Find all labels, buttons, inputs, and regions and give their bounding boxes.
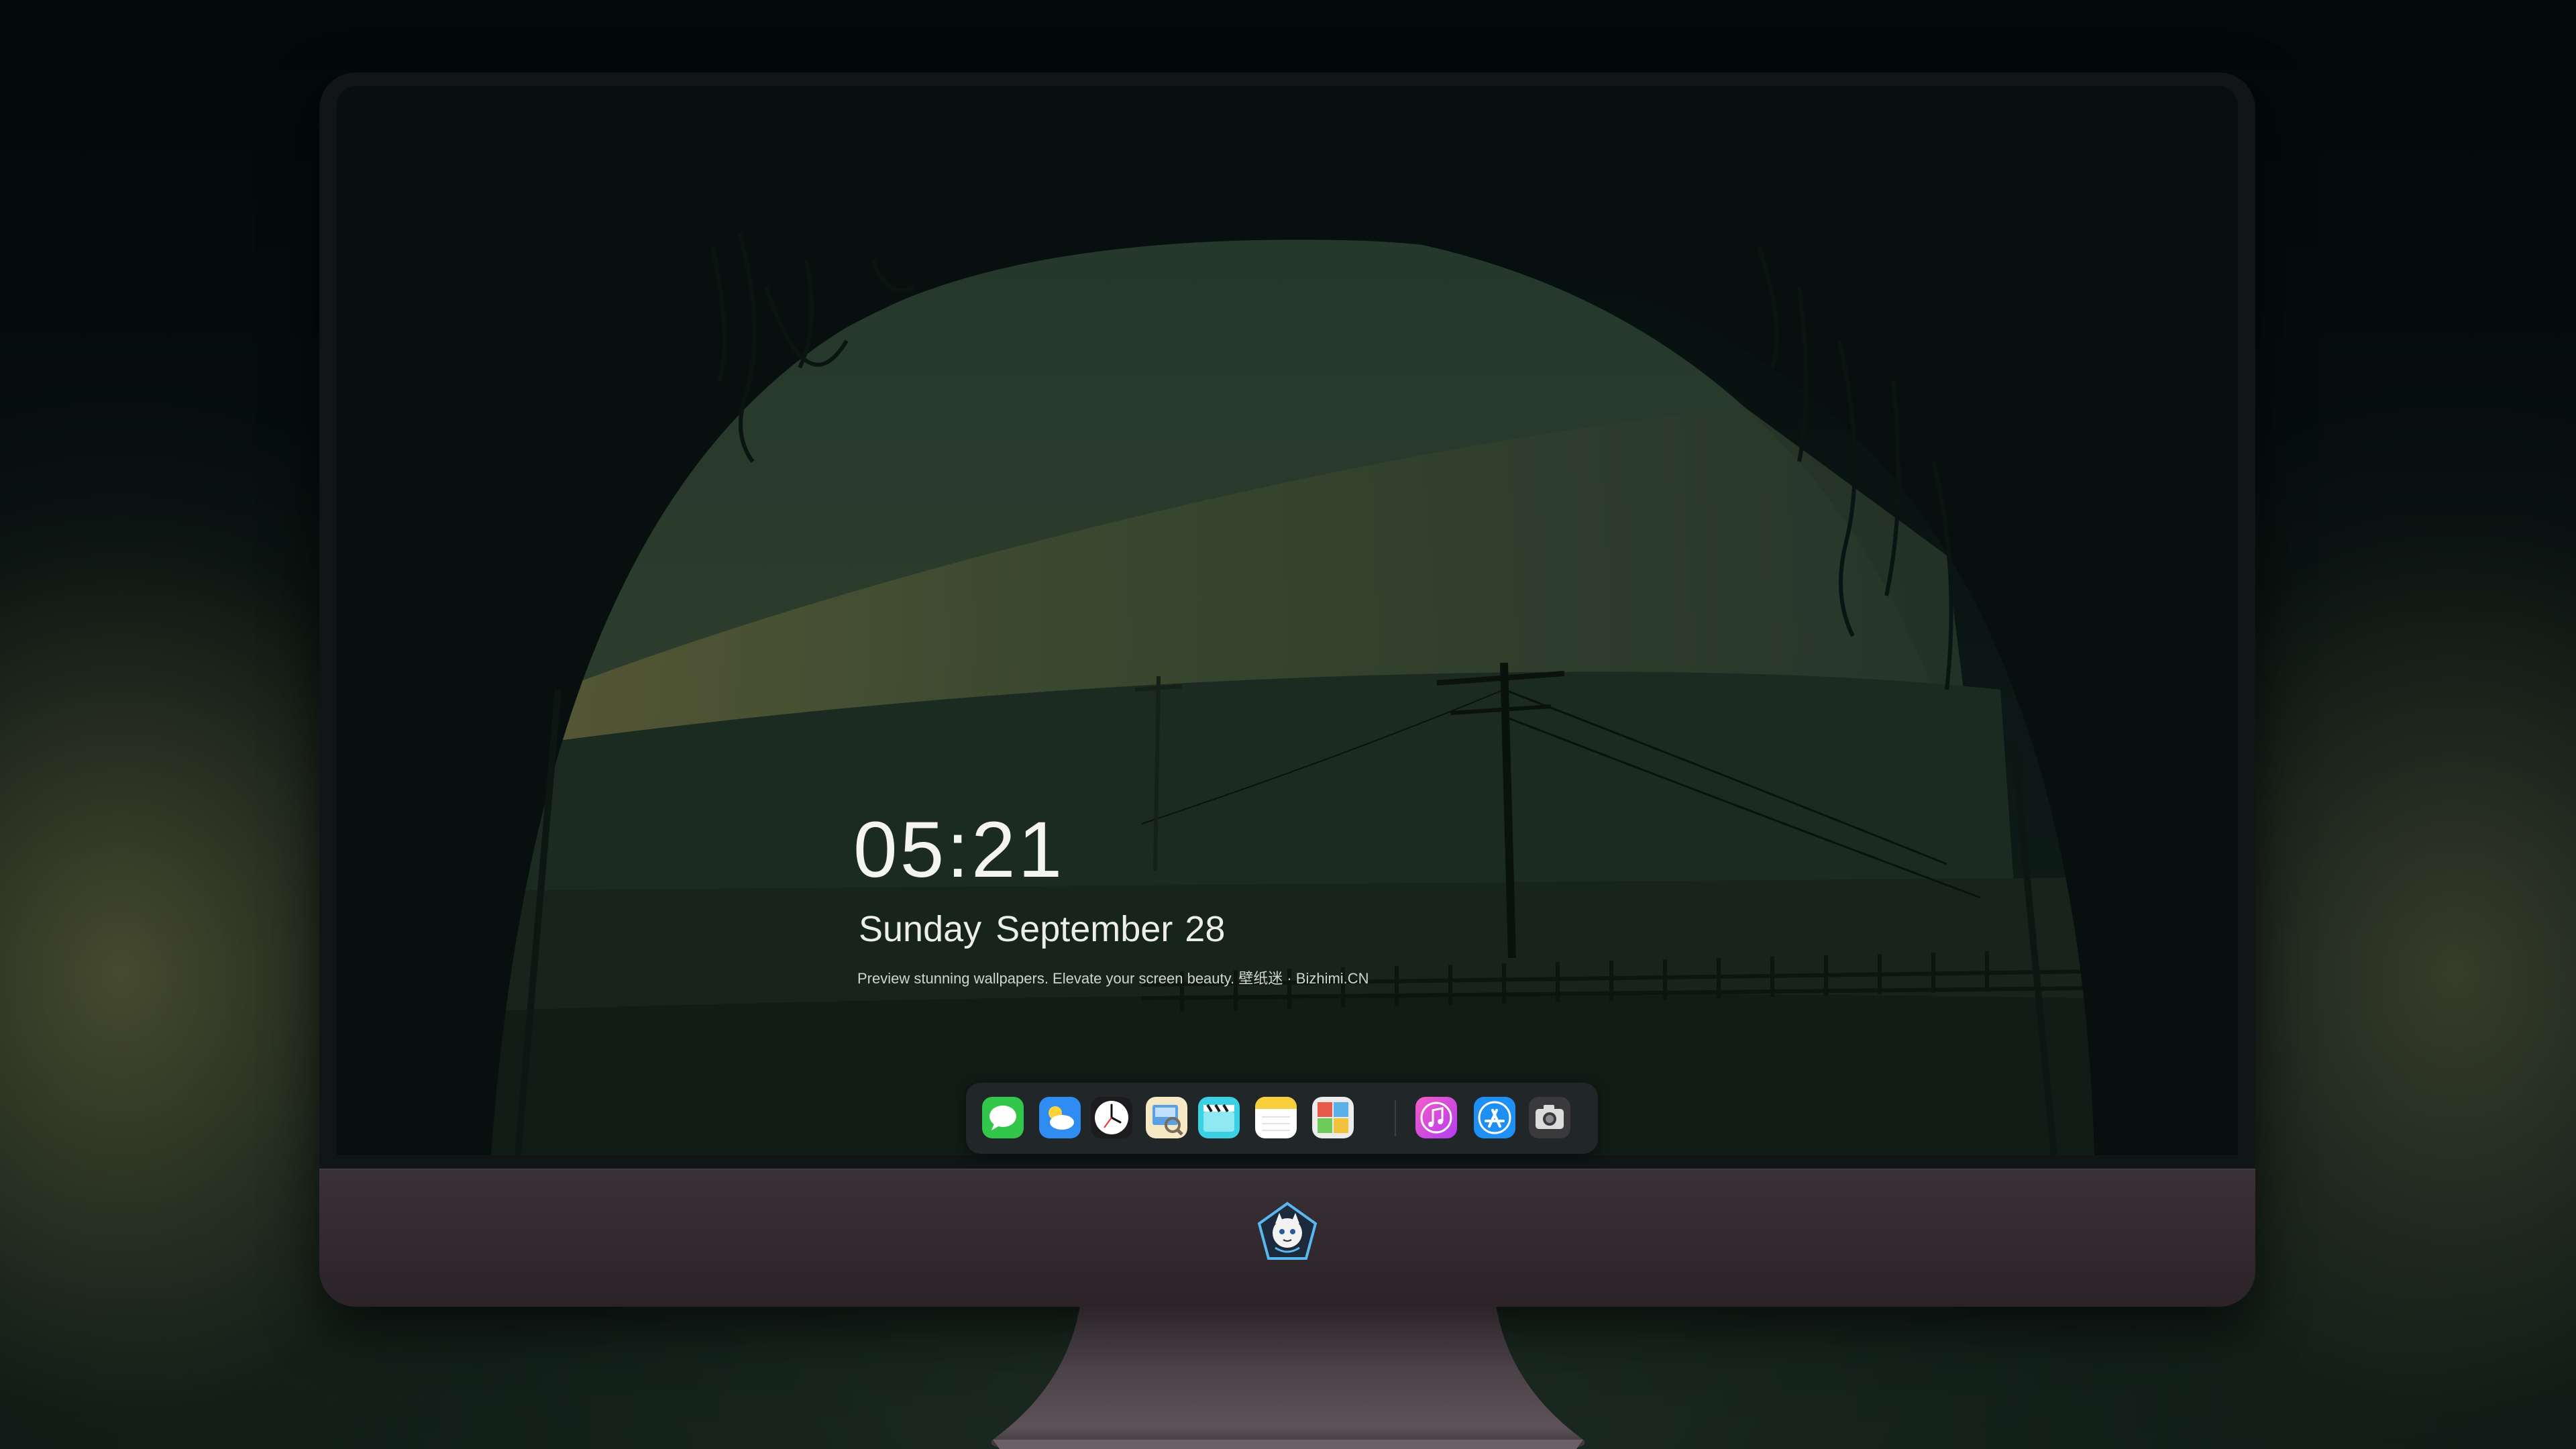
lock-screen-time: 05:21	[853, 806, 1065, 894]
monitor-frame: 05:21 Sunday September 28 Preview stunnin…	[319, 72, 2255, 1307]
date-weekday-month: Sunday September	[859, 909, 1173, 949]
wallpaper	[337, 86, 2238, 1155]
desktop-background: 05:21 Sunday September 28 Preview stunnin…	[0, 0, 2576, 1449]
notes-icon[interactable]	[1255, 1097, 1297, 1138]
clock-icon[interactable]	[1091, 1097, 1132, 1138]
music-icon[interactable]	[1415, 1097, 1457, 1138]
dock	[966, 1083, 1598, 1154]
screen: 05:21 Sunday September 28 Preview stunnin…	[337, 86, 2238, 1155]
lock-screen-date: Sunday September 28	[859, 911, 1225, 947]
preview-icon[interactable]	[1146, 1097, 1187, 1138]
tagline: Preview stunning wallpapers. Elevate you…	[857, 970, 1369, 987]
monitor-stand	[991, 1305, 1585, 1449]
dock-separator	[1395, 1100, 1396, 1136]
camera-icon[interactable]	[1529, 1097, 1570, 1138]
clips-icon[interactable]	[1198, 1097, 1240, 1138]
date-day: 28	[1185, 909, 1226, 949]
photo-booth-icon[interactable]	[1312, 1097, 1354, 1138]
messages-icon[interactable]	[982, 1097, 1024, 1138]
mascot-logo-icon	[1257, 1201, 1318, 1260]
monitor-chin	[319, 1169, 2255, 1307]
app-store-icon[interactable]	[1474, 1097, 1515, 1138]
weather-icon[interactable]	[1039, 1097, 1081, 1138]
